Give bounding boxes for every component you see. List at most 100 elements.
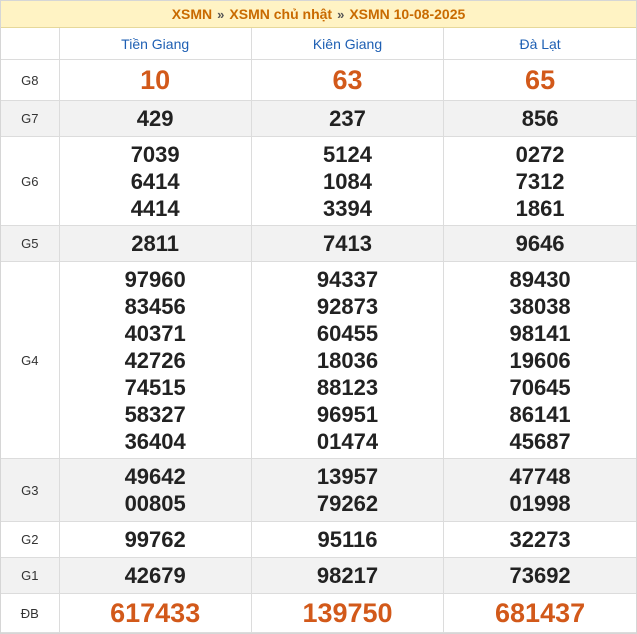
prize-numbers: 73692 [444,562,636,589]
prize-number: 429 [136,106,174,131]
prize-number: 96951 [316,401,379,427]
prize-label: G2 [1,521,60,558]
prize-cell: 10 [59,59,252,101]
header-corner [1,28,60,60]
prize-cell: 681437 [443,593,636,633]
prize-number: 00805 [124,491,186,516]
table-header-row: Tiền Giang Kiên Giang Đà Lạt [1,28,636,60]
breadcrumb-link-xsmn[interactable]: XSMN [172,6,212,22]
prize-number: 70645 [509,374,571,400]
prize-numbers: 65 [444,64,636,95]
prize-number: 36404 [124,428,186,454]
prize-cell: 5124 1084 3394 [251,136,445,226]
prize-number: 139750 [302,597,393,628]
prize-cell: 65 [443,59,636,101]
prize-number: 95116 [317,527,378,552]
prize-number: 89430 [509,266,571,292]
prize-row: G4 97960 83456 40371 42726 74515 58327 36404 943… [1,261,636,459]
prize-numbers: 856 [444,105,636,132]
prize-number: 47748 [509,464,571,489]
prize-number: 18036 [316,347,379,373]
prize-number: 4414 [130,195,180,221]
prize-number: 7312 [515,168,565,194]
prize-number: 60455 [316,320,379,346]
prize-numbers: 7413 [252,230,443,257]
prize-number: 32273 [509,527,571,552]
prize-cell: 47748 01998 [443,458,636,522]
prize-numbers: 32273 [444,526,636,553]
breadcrumb-link-date[interactable]: XSMN 10-08-2025 [349,6,465,22]
prize-cell: 98217 [251,557,445,594]
prize-cell: 94337 92873 60455 18036 88123 96951 01474 [251,261,445,459]
prize-number: 65 [525,64,556,95]
prize-label: G7 [1,100,60,137]
prize-number: 73692 [509,563,571,588]
prize-number: 86141 [509,401,571,427]
prize-number: 94337 [316,266,379,292]
prize-number: 5124 [323,141,372,167]
prize-number: 63 [332,64,363,95]
prize-numbers: 5124 1084 3394 [252,141,443,222]
header-province[interactable]: Kiên Giang [251,28,445,60]
prize-number: 99762 [124,527,186,552]
prize-label: G5 [1,225,60,262]
prize-number: 1084 [323,168,372,194]
prize-number: 10 [140,64,171,95]
prize-number: 88123 [316,374,379,400]
prize-row: ĐB 617433 139750 681437 [1,593,636,633]
prize-cell: 139750 [251,593,445,633]
prize-number: 49642 [124,464,186,489]
prize-row: G6 7039 6414 4414 5124 1084 3394 0272 7312 1861 [1,136,636,226]
prize-numbers: 98217 [252,562,443,589]
breadcrumb: XSMN » XSMN chủ nhật » XSMN 10-08-2025 [1,1,636,28]
header-province[interactable]: Đà Lạt [443,28,636,60]
prize-number: 0272 [515,141,565,167]
prize-cell: 49642 00805 [59,458,252,522]
prize-label: G8 [1,59,60,101]
prize-cell: 9646 [443,225,636,262]
prize-cell: 99762 [59,521,252,558]
prize-cell: 89430 38038 98141 19606 70645 86141 45687 [443,261,636,459]
prize-row: G7 429 237 856 [1,100,636,137]
prize-cell: 429 [59,100,252,137]
prize-number: 7039 [130,141,180,167]
prize-cell: 617433 [59,593,252,633]
prize-numbers: 63 [252,64,443,95]
prize-number: 13957 [316,464,379,489]
prize-label: G6 [1,136,60,226]
prize-number: 98141 [509,320,571,346]
prize-numbers: 237 [252,105,443,132]
prize-number: 74515 [124,374,186,400]
prize-row: G2 99762 95116 32273 [1,521,636,558]
prize-number: 617433 [110,597,201,628]
results-table: Tiền Giang Kiên Giang Đà Lạt G8 10 63 65 G7 4… [1,28,636,633]
prize-number: 97960 [124,266,186,292]
prize-cell: 7039 6414 4414 [59,136,252,226]
prize-numbers: 89430 38038 98141 19606 70645 86141 45687 [444,266,636,455]
prize-cell: 237 [251,100,445,137]
prize-number: 856 [521,106,559,131]
prize-number: 7413 [323,231,372,256]
prize-number: 9646 [515,231,565,256]
prize-label: G3 [1,458,60,522]
prize-cell: 856 [443,100,636,137]
prize-cell: 73692 [443,557,636,594]
header-province[interactable]: Tiền Giang [59,28,252,60]
prize-number: 3394 [323,195,372,221]
prize-numbers: 2811 [60,230,251,257]
prize-numbers: 9646 [444,230,636,257]
prize-numbers: 429 [60,105,251,132]
prize-number: 2811 [131,231,180,256]
breadcrumb-link-sunday[interactable]: XSMN chủ nhật [229,6,332,22]
prize-row: G3 49642 00805 13957 79262 47748 01998 [1,458,636,522]
prize-cell: 32273 [443,521,636,558]
prize-number: 45687 [509,428,571,454]
prize-label: ĐB [1,593,60,633]
prize-numbers: 681437 [444,599,636,627]
prize-numbers: 99762 [60,526,251,553]
breadcrumb-separator: » [217,6,225,22]
prize-numbers: 94337 92873 60455 18036 88123 96951 01474 [252,266,443,455]
prize-number: 6414 [130,168,180,194]
prize-number: 1861 [515,195,565,221]
prize-row: G5 2811 7413 9646 [1,225,636,262]
